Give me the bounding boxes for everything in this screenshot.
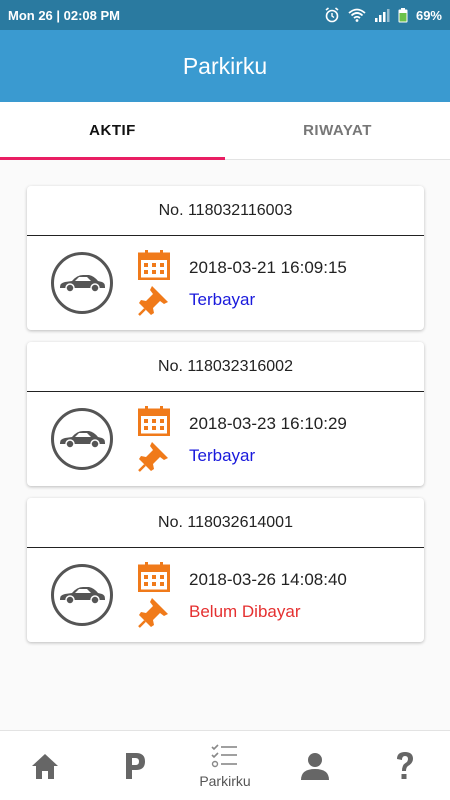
ticket-card[interactable]: No. 118032614001 2018-03-26 14:08:40 Bel…	[27, 498, 424, 642]
person-icon	[301, 752, 329, 780]
ticket-number: No. 118032316002	[27, 342, 424, 392]
status-bar: Mon 26 | 02:08 PM 69%	[0, 0, 450, 30]
help-icon	[397, 751, 413, 779]
bottom-nav: Parkirku	[0, 730, 450, 800]
battery-icon	[398, 7, 408, 22]
nav-parking[interactable]	[90, 731, 180, 800]
pushpin-icon	[138, 286, 168, 316]
car-icon	[51, 408, 113, 470]
alarm-icon	[325, 7, 339, 23]
ticket-date: 2018-03-21 16:09:15	[189, 258, 347, 277]
app-bar: Parkirku	[0, 30, 450, 102]
battery-percent: 69%	[415, 7, 442, 23]
calendar-icon	[138, 406, 170, 436]
wifi-icon	[348, 8, 366, 22]
pushpin-icon	[138, 442, 168, 472]
checklist-icon	[211, 743, 237, 767]
page-title: Parkirku	[182, 52, 268, 79]
status-icons: 69%	[324, 7, 442, 23]
car-icon	[51, 564, 113, 626]
tab-aktif[interactable]: AKTIF	[0, 102, 225, 160]
ticket-status: Belum Dibayar	[189, 602, 301, 621]
car-icon	[51, 252, 113, 314]
ticket-card[interactable]: No. 118032116003 2018-03-21 16:09:15 Ter…	[27, 186, 424, 330]
tab-bar: AKTIF RIWAYAT	[0, 102, 450, 160]
nav-help[interactable]	[360, 731, 450, 800]
signal-icon	[374, 9, 390, 22]
ticket-number: No. 118032614001	[27, 498, 424, 548]
nav-parkirku-label: Parkirku	[199, 772, 251, 789]
ticket-status: Terbayar	[189, 446, 256, 465]
ticket-date: 2018-03-23 16:10:29	[189, 414, 347, 433]
ticket-date: 2018-03-26 14:08:40	[189, 570, 347, 589]
tab-riwayat[interactable]: RIWAYAT	[225, 102, 450, 159]
status-time: Mon 26 | 02:08 PM	[8, 7, 121, 23]
nav-profile[interactable]	[270, 731, 360, 800]
nav-parkirku[interactable]: Parkirku	[180, 731, 270, 800]
nav-home[interactable]	[0, 731, 90, 800]
calendar-icon	[138, 250, 170, 280]
ticket-status: Terbayar	[189, 290, 256, 309]
home-icon	[32, 753, 58, 779]
calendar-icon	[138, 562, 170, 592]
parking-icon	[126, 752, 145, 779]
pushpin-icon	[138, 598, 168, 628]
ticket-number: No. 118032116003	[27, 186, 424, 236]
ticket-list: No. 118032116003 2018-03-21 16:09:15 Ter…	[0, 160, 450, 730]
ticket-card[interactable]: No. 118032316002 2018-03-23 16:10:29 Ter…	[27, 342, 424, 486]
